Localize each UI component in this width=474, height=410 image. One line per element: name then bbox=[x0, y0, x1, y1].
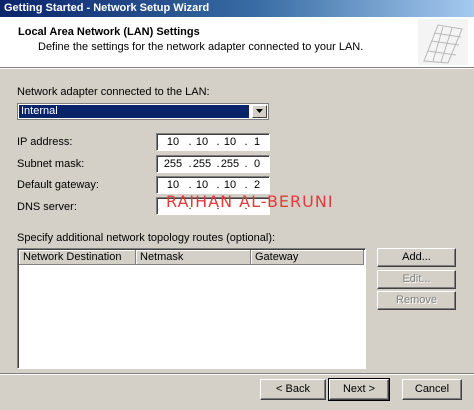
default-gateway-label: Default gateway: bbox=[17, 179, 99, 191]
wizard-graphic-icon bbox=[418, 19, 468, 65]
watermark-text: RAIHAN AL-BERUNI bbox=[166, 192, 334, 211]
adapter-label: Network adapter connected to the LAN: bbox=[17, 86, 210, 98]
gateway-octet-3[interactable]: 10 bbox=[219, 177, 241, 193]
dns-server-label: DNS server: bbox=[17, 201, 77, 213]
wizard-header: Local Area Network (LAN) Settings Define… bbox=[0, 17, 474, 68]
subnet-mask-field[interactable]: 255 . 255 . 255 . 0 bbox=[156, 155, 270, 173]
ip-octet-4[interactable]: 1 bbox=[246, 134, 268, 150]
routes-label: Specify additional network topology rout… bbox=[17, 232, 276, 244]
column-netmask[interactable]: Netmask bbox=[136, 250, 251, 265]
ip-address-field[interactable]: 10 . 10 . 10 . 1 bbox=[156, 133, 270, 151]
subnet-mask-label: Subnet mask: bbox=[17, 158, 85, 170]
footer-divider-highlight bbox=[0, 374, 474, 375]
adapter-select[interactable]: Internal bbox=[17, 103, 269, 120]
column-network-destination[interactable]: Network Destination bbox=[19, 250, 136, 265]
header-divider bbox=[0, 68, 474, 69]
remove-route-button[interactable]: Remove bbox=[377, 291, 456, 310]
add-route-button[interactable]: Add... bbox=[377, 248, 456, 267]
ip-address-label: IP address: bbox=[17, 136, 73, 148]
subnet-octet-3[interactable]: 255 bbox=[219, 156, 241, 172]
back-button[interactable]: < Back bbox=[260, 379, 326, 400]
routes-list-header: Network Destination Netmask Gateway bbox=[19, 250, 364, 265]
ip-octet-2[interactable]: 10 bbox=[191, 134, 213, 150]
ip-octet-1[interactable]: 10 bbox=[162, 134, 184, 150]
window-title-bar[interactable]: Getting Started - Network Setup Wizard bbox=[0, 0, 474, 17]
gateway-octet-1[interactable]: 10 bbox=[162, 177, 184, 193]
next-button[interactable]: Next > bbox=[328, 378, 390, 401]
gateway-octet-4[interactable]: 2 bbox=[246, 177, 268, 193]
edit-route-button[interactable]: Edit... bbox=[377, 270, 456, 289]
subnet-octet-2[interactable]: 255 bbox=[191, 156, 213, 172]
subnet-octet-1[interactable]: 255 bbox=[162, 156, 184, 172]
chevron-down-icon bbox=[256, 109, 263, 113]
routes-list[interactable]: Network Destination Netmask Gateway bbox=[17, 248, 366, 369]
adapter-dropdown-button[interactable] bbox=[252, 105, 267, 118]
ip-octet-3[interactable]: 10 bbox=[219, 134, 241, 150]
window-title: Getting Started - Network Setup Wizard bbox=[4, 2, 210, 14]
cancel-button[interactable]: Cancel bbox=[402, 379, 462, 400]
page-subtitle: Define the settings for the network adap… bbox=[38, 41, 364, 53]
adapter-select-value: Internal bbox=[18, 104, 250, 119]
column-gateway[interactable]: Gateway bbox=[251, 250, 364, 265]
page-title: Local Area Network (LAN) Settings bbox=[18, 26, 200, 38]
subnet-octet-4[interactable]: 0 bbox=[246, 156, 268, 172]
gateway-octet-2[interactable]: 10 bbox=[191, 177, 213, 193]
